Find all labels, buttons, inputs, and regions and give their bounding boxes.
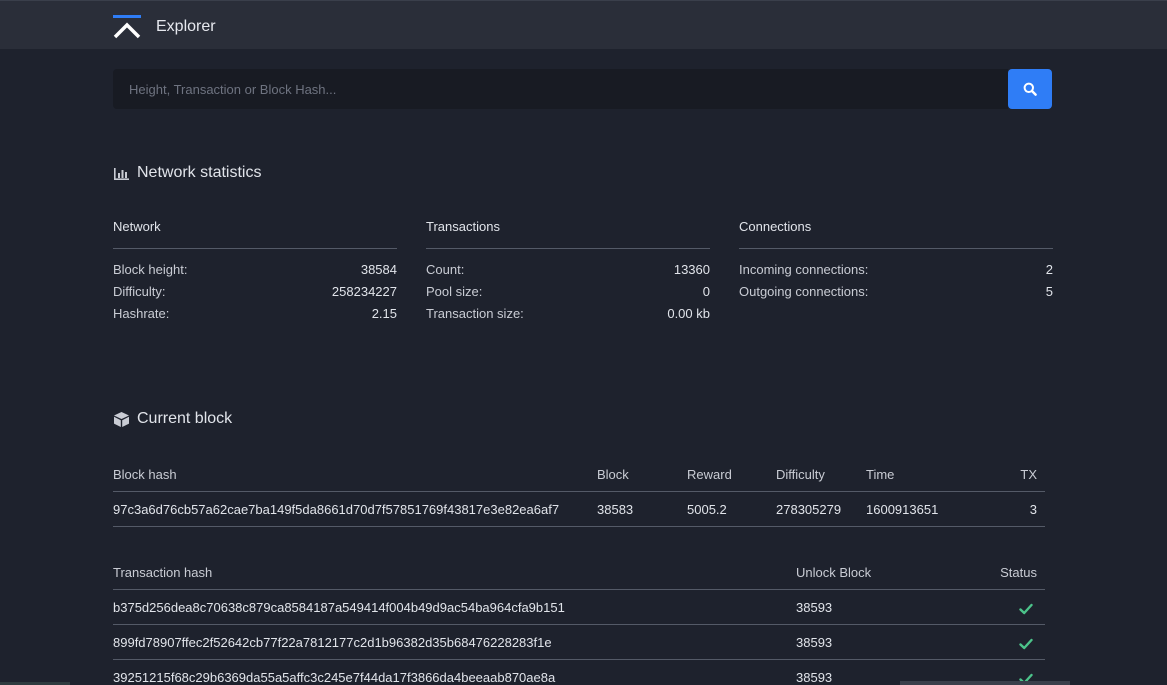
section-title-label: Current block [137,410,233,427]
stat-row: Count: 13360 [426,259,710,281]
column-heading: Transactions [426,219,710,249]
top-bar: Explorer [0,0,1167,49]
stat-label: Transaction size: [426,306,524,321]
stat-row: Difficulty: 258234227 [113,281,397,303]
stat-row: Block height: 38584 [113,259,397,281]
stat-value: 38584 [360,262,397,277]
stat-label: Outgoing connections: [739,284,869,299]
table-row[interactable]: 899fd78907ffec2f52642cb77f22a7812177c2d1… [113,625,1045,660]
stat-label: Hashrate: [113,306,170,321]
network-column: Network Block height: 38584 Difficulty: … [113,219,397,325]
column-header-unlock-block: Unlock Block [796,565,872,580]
column-header-time: Time [866,467,895,482]
stat-row: Outgoing connections: 5 [739,281,1053,303]
table-header-row: Block hash Block Reward Difficulty Time … [113,457,1045,492]
unlock-block-cell: 38593 [796,670,833,685]
cube-icon [113,411,130,428]
column-heading: Network [113,219,397,249]
stat-value: 5 [1045,284,1053,299]
reward-cell: 5005.2 [687,502,727,517]
app-title: Explorer [156,18,216,35]
search-bar [113,69,1052,109]
check-icon [1019,638,1033,649]
column-header-transaction-hash: Transaction hash [113,565,213,580]
block-hash-link[interactable]: 97c3a6d76cb57a62cae7ba149f5da8661d70d7f5… [113,492,559,527]
stat-row: Pool size: 0 [426,281,710,303]
column-header-block-hash: Block hash [113,467,177,482]
stat-value: 13360 [673,262,710,277]
current-block-heading: Current block [113,410,232,428]
stat-label: Incoming connections: [739,262,869,277]
stat-label: Pool size: [426,284,483,299]
stat-value: 2 [1045,262,1053,277]
table-header-row: Transaction hash Unlock Block Status [113,555,1045,590]
search-button[interactable] [1008,69,1052,109]
time-cell: 1600913651 [866,502,939,517]
transaction-hash-link[interactable]: b375d256dea8c70638c879ca8584187a549414f0… [113,590,565,625]
table-row[interactable]: b375d256dea8c70638c879ca8584187a549414f0… [113,590,1045,625]
column-heading: Connections [739,219,1053,249]
stat-row: Transaction size: 0.00 kb [426,303,710,325]
connections-column: Connections Incoming connections: 2 Outg… [739,219,1053,303]
search-icon [1023,82,1037,96]
tx-count-cell: 3 [1029,502,1037,517]
column-header-reward: Reward [687,467,732,482]
current-block-table: Block hash Block Reward Difficulty Time … [113,457,1045,527]
column-header-difficulty: Difficulty [776,467,825,482]
column-header-status: Status [1000,565,1037,580]
column-header-block: Block [597,467,629,482]
transaction-hash-link[interactable]: 39251215f68c29b6369da55a5affc3c245e7f44d… [113,660,555,685]
stat-label: Count: [426,262,465,277]
transactions-table: Transaction hash Unlock Block Status b37… [113,555,1045,685]
stat-row: Incoming connections: 2 [739,259,1053,281]
check-icon [1019,603,1033,614]
stat-value: 0 [702,284,710,299]
unlock-block-cell: 38593 [796,600,833,615]
stat-value: 258234227 [331,284,397,299]
block-height-cell: 38583 [597,502,634,517]
transaction-hash-link[interactable]: 899fd78907ffec2f52642cb77f22a7812177c2d1… [113,625,552,660]
table-row[interactable]: 97c3a6d76cb57a62cae7ba149f5da8661d70d7f5… [113,492,1045,527]
stat-label: Block height: [113,262,188,277]
explorer-logo-icon[interactable] [113,15,141,39]
stat-label: Difficulty: [113,284,166,299]
scrollbar-thumb[interactable] [900,681,1070,685]
search-input[interactable] [113,69,1008,109]
status-cell [1019,590,1033,625]
bar-chart-icon [113,165,130,182]
unlock-block-cell: 38593 [796,635,833,650]
status-cell [1019,625,1033,660]
stat-row: Hashrate: 2.15 [113,303,397,325]
section-title-label: Network statistics [137,164,262,181]
stat-value: 2.15 [371,306,397,321]
column-header-tx: TX [1020,467,1037,482]
stat-value: 0.00 kb [667,306,710,321]
transactions-column: Transactions Count: 13360 Pool size: 0 T… [426,219,710,325]
network-statistics-heading: Network statistics [113,164,261,182]
difficulty-cell: 278305279 [776,502,842,517]
